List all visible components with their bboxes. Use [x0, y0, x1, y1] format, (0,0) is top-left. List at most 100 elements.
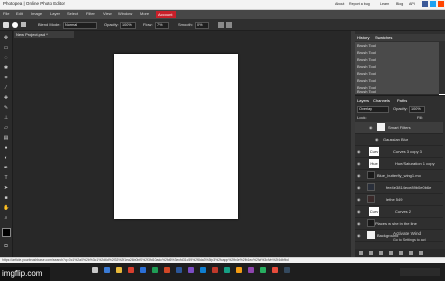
path-select-icon[interactable]: ➤ — [3, 185, 9, 191]
link-layers-icon[interactable] — [359, 251, 363, 255]
layer-row[interactable]: ◉ fee4e3814ece89b0e0b6e — [355, 182, 443, 194]
tab-swatches[interactable]: Swatches — [375, 35, 392, 40]
report-bug-link[interactable]: Report a bug — [349, 2, 370, 7]
visibility-icon[interactable]: ◉ — [357, 185, 361, 190]
smooth-input[interactable]: 0% — [195, 22, 209, 29]
menu-more[interactable]: More — [140, 12, 149, 16]
type-tool-icon[interactable]: T — [3, 175, 9, 181]
menu-edit[interactable]: Edit — [16, 12, 23, 16]
blend-mode-select[interactable]: Normal — [63, 22, 97, 29]
new-layer-icon[interactable] — [409, 251, 413, 255]
adjustment-layer-icon[interactable] — [389, 251, 393, 255]
visibility-icon[interactable]: ◉ — [357, 233, 361, 238]
visibility-icon[interactable]: ◉ — [357, 197, 361, 202]
quick-mask-icon[interactable]: ◘ — [3, 243, 9, 249]
move-tool-icon[interactable]: ✥ — [3, 35, 9, 41]
visibility-icon[interactable]: ◉ — [357, 173, 361, 178]
eraser-icon[interactable]: ▱ — [3, 125, 9, 131]
document-canvas[interactable] — [114, 54, 238, 219]
blur-icon[interactable]: ● — [3, 145, 9, 151]
layer-row[interactable]: ◉ lethe 549 — [355, 194, 443, 206]
menu-select[interactable]: Select — [67, 12, 78, 16]
learn-link[interactable]: Learn — [380, 2, 389, 7]
new-group-icon[interactable] — [399, 251, 403, 255]
add-mask-icon[interactable] — [379, 251, 383, 255]
tab-layers[interactable]: Layers — [357, 99, 369, 103]
zoom-tool-icon[interactable]: ⌕ — [3, 215, 9, 221]
layer-row[interactable]: ◉ Smart Filters — [355, 122, 443, 134]
account-button[interactable]: Account — [156, 11, 176, 18]
word-icon[interactable] — [176, 267, 182, 273]
about-link[interactable]: About — [335, 2, 344, 7]
reddit-icon[interactable] — [438, 1, 444, 7]
task-view-icon[interactable] — [104, 267, 110, 273]
clone-stamp-icon[interactable]: ⊥ — [3, 115, 9, 121]
layer-row[interactable]: ◉ Gaussian Blur — [355, 134, 443, 146]
visibility-icon[interactable]: ◉ — [375, 137, 379, 142]
symmetry-icon[interactable] — [226, 22, 232, 28]
menu-window[interactable]: Window — [118, 12, 132, 16]
menu-image[interactable]: Image — [31, 12, 42, 16]
menu-filter[interactable]: Filter — [86, 12, 95, 16]
menu-view[interactable]: View — [103, 12, 112, 16]
healing-icon[interactable]: ✚ — [3, 95, 9, 101]
delete-layer-icon[interactable] — [419, 251, 423, 255]
menu-file[interactable]: File — [3, 12, 9, 16]
flow-input[interactable]: 7% — [155, 22, 169, 29]
dodge-icon[interactable]: ◐ — [3, 155, 9, 161]
tab-history[interactable]: History — [357, 35, 369, 40]
search-icon[interactable] — [92, 267, 98, 273]
visibility-icon[interactable]: ◉ — [357, 161, 361, 166]
hand-tool-icon[interactable]: ✋ — [3, 205, 9, 211]
mail-icon[interactable] — [200, 267, 206, 273]
layer-row[interactable]: ◉ Blue_butterfly_wing1.mo — [355, 170, 443, 182]
chrome-icon[interactable] — [128, 267, 134, 273]
brush-icon[interactable]: ✎ — [3, 105, 9, 111]
app-icon[interactable] — [188, 267, 194, 273]
system-tray[interactable] — [400, 268, 440, 276]
tab-channels[interactable]: Channels — [373, 99, 390, 103]
layer-row[interactable]: ◉ Places w she in the line — [355, 218, 443, 230]
powerpoint-icon[interactable] — [164, 267, 170, 273]
opacity-input[interactable]: 100% — [120, 22, 136, 29]
edge-icon[interactable] — [140, 267, 146, 273]
lasso-tool-icon[interactable]: ◌ — [3, 55, 9, 61]
file-explorer-icon[interactable] — [116, 267, 122, 273]
visibility-icon[interactable]: ◉ — [369, 125, 373, 130]
teams-icon[interactable] — [248, 267, 254, 273]
spotify-icon[interactable] — [260, 267, 266, 273]
magic-wand-icon[interactable]: ✱ — [3, 65, 9, 71]
layer-row[interactable]: ◉ Curv Curves 3 copy 3 — [355, 146, 443, 158]
recorder-icon[interactable] — [272, 267, 278, 273]
layer-style-icon[interactable] — [369, 251, 373, 255]
layer-opacity-input[interactable]: 100% — [409, 106, 425, 113]
visibility-icon[interactable]: ◉ — [357, 149, 361, 154]
gradient-icon[interactable]: ▤ — [3, 135, 9, 141]
document-tab[interactable]: New Project.psd * — [14, 31, 74, 38]
terminal-icon[interactable] — [284, 267, 290, 273]
store-icon[interactable] — [224, 267, 230, 273]
brush-preset-icon[interactable] — [12, 22, 18, 28]
excel-icon[interactable] — [152, 267, 158, 273]
menu-layer[interactable]: Layer — [50, 12, 60, 16]
eyedropper-icon[interactable]: ⁄ — [3, 85, 9, 91]
shape-tool-icon[interactable]: ■ — [3, 195, 9, 201]
pressure-icon[interactable] — [218, 22, 224, 28]
brush-tool-icon[interactable] — [3, 22, 9, 28]
media-icon[interactable] — [212, 267, 218, 273]
layer-blend-select[interactable]: Overlay — [357, 106, 389, 113]
pen-icon[interactable]: ✒ — [3, 165, 9, 171]
blog-link[interactable]: Blog — [396, 2, 403, 7]
twitter-icon[interactable] — [430, 1, 436, 7]
marquee-tool-icon[interactable]: ▭ — [3, 45, 9, 51]
photos-icon[interactable] — [236, 267, 242, 273]
visibility-icon[interactable]: ◉ — [357, 209, 361, 214]
foreground-color-swatch[interactable] — [2, 228, 11, 237]
layer-row[interactable]: ◉ Hue Hue/Saturation 1 copy — [355, 158, 443, 170]
brush-settings-icon[interactable] — [21, 22, 26, 27]
facebook-icon[interactable] — [422, 1, 428, 7]
layer-row[interactable]: ◉ Curv Curves 2 — [355, 206, 443, 218]
api-link[interactable]: API — [409, 2, 415, 7]
tab-paths[interactable]: Paths — [397, 99, 407, 103]
visibility-icon[interactable]: ◉ — [357, 221, 361, 226]
